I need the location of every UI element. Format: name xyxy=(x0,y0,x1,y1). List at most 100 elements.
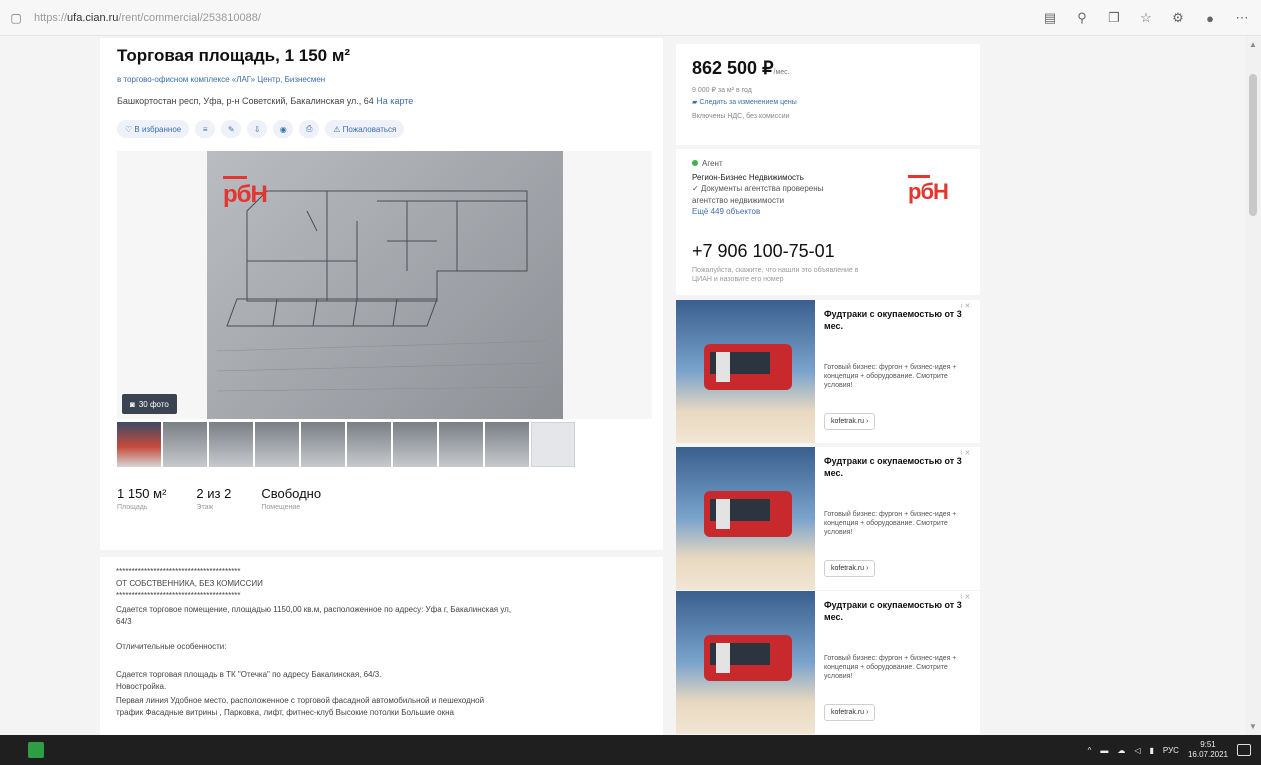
download-icon[interactable]: ⇩ xyxy=(247,120,268,138)
listing-stats: 1 150 м² Площадь 2 из 2 Этаж Свободно По… xyxy=(117,486,321,511)
ad-image[interactable] xyxy=(676,591,815,734)
ad-text: Готовый бизнес: фургон + бизнес-идея + к… xyxy=(824,364,957,389)
thumbnail[interactable] xyxy=(531,422,575,467)
collections-icon[interactable]: ❐ xyxy=(1105,9,1123,27)
url-domain: ufa.cian.ru xyxy=(67,11,119,24)
description-line: **************************************** xyxy=(116,591,241,600)
thumbnail[interactable] xyxy=(255,422,299,467)
phone-note: Пожалуйста, скажите, что нашли это объяв… xyxy=(692,267,859,274)
favorite-button[interactable]: ♡ В избранное xyxy=(117,120,190,138)
agent-phone[interactable]: +7 906 100-75-01 xyxy=(692,241,835,262)
compare-icon[interactable]: ≡ xyxy=(195,120,216,138)
thumbnail[interactable] xyxy=(347,422,391,467)
agent-role: агентство недвижимости xyxy=(692,196,785,205)
ad-title[interactable]: Фудтраки с окупаемостью от 3 мес. xyxy=(824,455,969,479)
edit-icon[interactable]: ✎ xyxy=(221,120,242,138)
thumbnail[interactable] xyxy=(163,422,207,467)
cloud-icon[interactable]: ☁ xyxy=(1117,746,1125,755)
complex-link[interactable]: в торгово-офисном комплексе «ЛАГ» Центр,… xyxy=(117,75,325,84)
ad-image[interactable] xyxy=(676,447,815,590)
ad-title[interactable]: Фудтраки с окупаемостью от 3 мес. xyxy=(824,308,969,332)
agent-status: Агент xyxy=(692,159,723,168)
thumbnail[interactable] xyxy=(439,422,483,467)
ad-text: Готовый бизнес: фургон + бизнес-идея + к… xyxy=(824,511,957,536)
main-photo[interactable]: рбН xyxy=(117,151,652,419)
thumbnail[interactable] xyxy=(485,422,529,467)
agent-name[interactable]: Регион-Бизнес Недвижимость xyxy=(692,173,804,182)
agent-verified: ✓ Документы агентства проверены xyxy=(692,184,824,193)
chevron-up-icon[interactable]: ^ xyxy=(1088,746,1092,755)
stat-value: Свободно xyxy=(261,486,322,501)
app-icon[interactable] xyxy=(28,742,44,758)
food-truck-panel xyxy=(716,352,730,382)
profile-icon[interactable]: ● xyxy=(1201,9,1219,27)
price: 862 500 ₽/мес. xyxy=(692,58,790,79)
stat-value: 1 150 м² xyxy=(117,486,167,501)
scroll-down-icon[interactable]: ▼ xyxy=(1249,722,1257,731)
reader-icon[interactable]: ▤ xyxy=(1041,9,1059,27)
price-amount: 862 500 ₽ xyxy=(692,58,774,78)
report-label: Пожаловаться xyxy=(342,124,397,134)
address-bar[interactable]: https://ufa.cian.ru/rent/commercial/2538… xyxy=(34,12,261,24)
price-tax: Включены НДС, без комиссии xyxy=(692,113,790,120)
stat-area: 1 150 м² Площадь xyxy=(117,486,166,511)
ad-card[interactable]: i ✕ Фудтраки с окупаемостью от 3 мес. Го… xyxy=(676,447,980,590)
battery-icon[interactable]: ▮ xyxy=(1150,746,1154,755)
map-link[interactable]: На карте xyxy=(376,96,413,106)
address-text: Башкортостан респ, Уфа, р-н Советский, Б… xyxy=(117,96,374,106)
stat-label: Площадь xyxy=(117,504,148,511)
thumbnail[interactable] xyxy=(209,422,253,467)
price-card: 862 500 ₽/мес. 9 000 ₽ за м² в год ▰ Сле… xyxy=(676,44,980,145)
agent-logo[interactable]: рбН xyxy=(908,179,949,205)
bell-icon: ▰ xyxy=(692,99,698,106)
ad-card[interactable]: i ✕ Фудтраки с окупаемостью от 3 мес. Го… xyxy=(676,591,980,734)
notification-icon[interactable] xyxy=(1237,744,1251,756)
description-line: трафик Фасадные витрины , Парковка, лифт… xyxy=(116,708,454,717)
clock[interactable]: 9:51 16.07.2021 xyxy=(1188,740,1228,760)
favorite-icon[interactable]: ☆ xyxy=(1137,9,1155,27)
thumbnail[interactable] xyxy=(393,422,437,467)
thumbnail[interactable] xyxy=(117,422,161,467)
online-dot xyxy=(692,160,698,166)
scroll-thumb[interactable] xyxy=(1249,74,1257,216)
description-line: Новостройка. xyxy=(116,682,167,691)
price-period: /мес. xyxy=(773,69,790,76)
listing-card: Торговая площадь, 1 150 м² в торгово-офи… xyxy=(100,38,663,550)
stat-label: Этаж xyxy=(196,504,214,511)
photo-count-badge[interactable]: ◙ 30 фото xyxy=(122,394,177,414)
clock-time: 9:51 xyxy=(1200,740,1216,749)
system-tray: ^ ▬ ☁ ◁ ▮ РУС 9:51 16.07.2021 xyxy=(1088,735,1251,765)
plan-logo: рбН xyxy=(223,181,268,208)
price-per-meter: 9 000 ₽ за м² в год xyxy=(692,87,752,94)
page-scrollbar[interactable]: ▲ ▼ xyxy=(1245,36,1261,735)
camera-icon: ◙ xyxy=(130,399,135,409)
agent-status-label: Агент xyxy=(702,159,723,168)
ad-title[interactable]: Фудтраки с окупаемостью от 3 мес. xyxy=(824,599,969,623)
print-icon[interactable]: ⎙ xyxy=(299,120,320,138)
stat-condition: Свободно Помещение xyxy=(261,486,321,511)
browser-toolbar: ▢ https://ufa.cian.ru/rent/commercial/25… xyxy=(0,0,1261,36)
input-language[interactable]: РУС xyxy=(1163,746,1179,755)
description-card: ****************************************… xyxy=(100,557,663,735)
extensions-icon[interactable]: ⚙ xyxy=(1169,9,1187,27)
network-icon[interactable]: ▬ xyxy=(1100,746,1108,755)
more-icon[interactable]: ⋯ xyxy=(1233,9,1251,27)
page-viewport: Торговая площадь, 1 150 м² в торгово-офи… xyxy=(0,36,1245,735)
zoom-icon[interactable]: ⚲ xyxy=(1073,9,1091,27)
report-button[interactable]: ⚠ Пожаловаться xyxy=(325,120,405,138)
ad-button[interactable]: kofetrak.ru › xyxy=(824,704,876,721)
stat-value: 2 из 2 xyxy=(196,486,232,501)
price-history-link[interactable]: ▰ Следить за изменением цены xyxy=(692,98,797,106)
thumbnail[interactable] xyxy=(301,422,345,467)
scroll-up-icon[interactable]: ▲ xyxy=(1249,40,1257,49)
ad-card[interactable]: i ✕ Фудтраки с окупаемостью от 3 мес. Го… xyxy=(676,300,980,443)
ad-button[interactable]: kofetrak.ru › xyxy=(824,560,876,577)
ad-image[interactable] xyxy=(676,300,815,443)
volume-icon[interactable]: ◁ xyxy=(1134,746,1140,755)
description-line: ОТ СОБСТВЕННИКА, БЕЗ КОМИССИИ xyxy=(116,579,263,588)
agent-objects-link[interactable]: Ещё 449 объектов xyxy=(692,207,760,216)
ad-button[interactable]: kofetrak.ru › xyxy=(824,413,876,430)
share-icon[interactable]: ◉ xyxy=(273,120,294,138)
description-line: **************************************** xyxy=(116,567,241,576)
photo-count-label: 30 фото xyxy=(138,399,169,409)
